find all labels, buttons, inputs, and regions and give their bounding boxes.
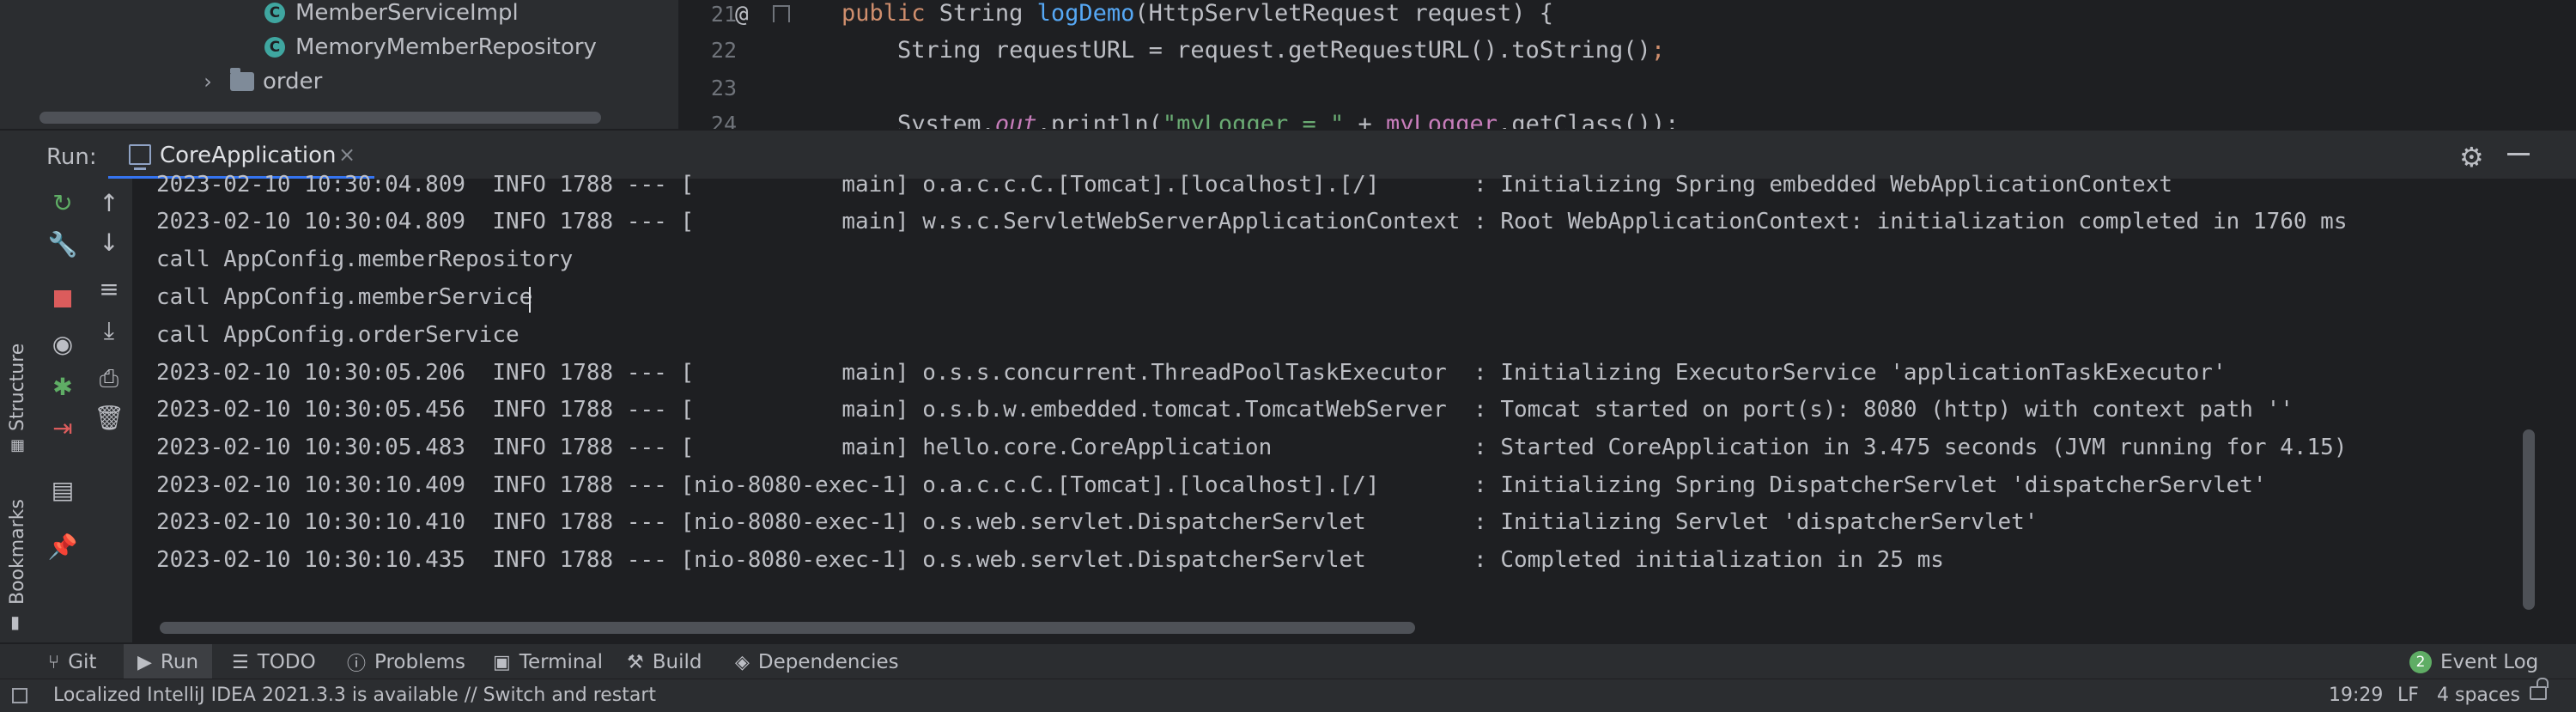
warning-icon: ⓘ — [347, 654, 367, 675]
problems-label: Problems — [374, 651, 466, 673]
arrow-up-icon[interactable]: ↑ — [86, 189, 132, 217]
build-tool-button[interactable]: ⚒ Build — [627, 644, 702, 680]
code-line-21: public String logDemo(HttpServletRequest… — [841, 0, 1554, 27]
console-line: call AppConfig.memberService — [156, 284, 533, 310]
console-line: 2023-02-10 10:30:05.456 INFO 1788 --- [ … — [156, 397, 2293, 423]
console-line: call AppConfig.orderService — [156, 322, 519, 348]
line-separator[interactable]: LF — [2397, 685, 2419, 706]
run-label: Run: — [46, 144, 97, 170]
code-line-24: System.out.println("myLogger = " + myLog… — [841, 111, 1680, 129]
console-icon — [129, 144, 151, 170]
console-line: 2023-02-10 10:30:05.206 INFO 1788 --- [ … — [156, 360, 2227, 386]
problems-tool-button[interactable]: ⓘ Problems — [347, 644, 465, 680]
print-icon[interactable]: ⎙ — [86, 364, 132, 393]
wrench-icon[interactable]: 🔧 — [39, 230, 86, 259]
tree-item-label: order — [263, 69, 323, 94]
console-line: call AppConfig.memberRepository — [156, 246, 574, 272]
todo-tool-button[interactable]: ☰ TODO — [232, 644, 316, 680]
line-number: 23 — [710, 76, 737, 100]
status-bar: Localized IntelliJ IDEA 2021.3.3 is avai… — [0, 678, 2576, 712]
run-toolbar-primary: ↻ 🔧 ◉ ✱ ⇥ ▤ 📌 — [39, 179, 86, 642]
play-icon: ▶ — [137, 651, 152, 673]
dependencies-tool-button[interactable]: ◈ Dependencies — [735, 644, 899, 680]
console-line: 2023-02-10 10:30:04.809 INFO 1788 --- [ … — [156, 172, 2172, 198]
close-icon[interactable]: × — [338, 143, 355, 167]
console-line: 2023-02-10 10:30:05.483 INFO 1788 --- [ … — [156, 435, 2348, 460]
console-horizontal-scrollbar[interactable] — [160, 622, 1415, 634]
tab-label: CoreApplication — [160, 143, 337, 168]
minimize-icon[interactable] — [2507, 153, 2530, 155]
indent-setting[interactable]: 4 spaces — [2437, 685, 2520, 706]
pin-icon[interactable]: 📌 — [39, 532, 86, 561]
arrow-down-icon[interactable]: ↓ — [86, 228, 132, 257]
git-tool-button[interactable]: ⑂ Git — [48, 644, 96, 680]
tree-item-label: MemoryMemberRepository — [295, 34, 597, 60]
class-icon: C — [264, 3, 285, 23]
console-text[interactable]: 2023-02-10 10:30:04.809 INFO 1788 --- [ … — [156, 168, 2509, 598]
soft-wrap-icon[interactable]: ≡ — [86, 275, 132, 303]
hammer-icon: ⚒ — [627, 651, 644, 673]
event-log-button[interactable]: 2 Event Log — [2409, 644, 2538, 680]
line-number: 24 — [710, 112, 737, 129]
todo-label: TODO — [257, 651, 316, 673]
tree-item-label: MemberServiceImpl — [295, 0, 519, 26]
console-line: 2023-02-10 10:30:10.435 INFO 1788 --- [n… — [156, 547, 1944, 573]
caret-position[interactable]: 19:29 — [2329, 685, 2383, 706]
tool-windows-toggle-icon[interactable] — [12, 688, 27, 703]
run-label: Run — [160, 651, 199, 673]
rerun-icon[interactable]: ↻ — [39, 189, 86, 217]
code-line-22: String requestURL = request.getRequestUR… — [841, 37, 1666, 64]
tree-item-order[interactable]: › order — [197, 65, 322, 98]
tree-item-memorymemberrepository[interactable]: C MemoryMemberRepository — [264, 31, 597, 64]
chevron-right-icon[interactable]: › — [197, 70, 218, 94]
bookmark-icon: ▮ — [10, 612, 21, 632]
structure-tab[interactable]: Structure — [7, 344, 28, 431]
folder-icon — [230, 68, 254, 91]
console-line: 2023-02-10 10:30:10.410 INFO 1788 --- [n… — [156, 509, 2038, 535]
dependencies-label: Dependencies — [757, 651, 899, 673]
text-caret — [529, 287, 531, 313]
structure-icon: ▦ — [10, 436, 26, 454]
class-icon: C — [264, 37, 285, 58]
terminal-label: Terminal — [519, 651, 603, 673]
console-line: 2023-02-10 10:30:04.809 INFO 1788 --- [ … — [156, 209, 2348, 234]
line-number: 21 — [710, 2, 737, 27]
terminal-icon: ▣ — [493, 651, 511, 673]
tool-window-bar: ⑂ Git ▶ Run ☰ TODO ⓘ Problems ▣ Terminal ⚒ Bui… — [0, 642, 2576, 680]
git-branch-icon: ⑂ — [48, 651, 60, 673]
exit-icon[interactable]: ⇥ — [39, 414, 86, 442]
list-icon: ☰ — [232, 651, 249, 673]
terminal-tool-button[interactable]: ▣ Terminal — [493, 644, 603, 680]
trash-icon[interactable]: 🗑 — [86, 404, 132, 432]
layers-icon: ◈ — [735, 651, 750, 673]
camera-icon[interactable]: ◉ — [39, 330, 86, 358]
line-number: 22 — [710, 38, 737, 63]
build-label: Build — [652, 651, 702, 673]
project-tree-scrollbar[interactable] — [39, 112, 601, 124]
git-label: Git — [68, 651, 97, 673]
event-log-label: Event Log — [2440, 651, 2539, 673]
run-tool-button[interactable]: ▶ Run — [124, 644, 213, 680]
console-line: 2023-02-10 10:30:10.409 INFO 1788 --- [n… — [156, 472, 2267, 498]
code-editor[interactable]: 21 22 23 24 @ public String logDemo(Http… — [680, 0, 2576, 129]
status-message[interactable]: Localized IntelliJ IDEA 2021.3.3 is avai… — [53, 685, 656, 706]
run-toolbar-secondary: ↑ ↓ ≡ ⤓ ⎙ 🗑 — [86, 179, 133, 642]
bookmarks-tab[interactable]: Bookmarks — [7, 499, 28, 605]
project-tree-pane: C MemberServiceImpl C MemoryMemberReposi… — [0, 0, 678, 129]
stop-icon[interactable] — [39, 285, 86, 313]
left-tool-rail: Structure ▦ Bookmarks ▮ — [0, 179, 39, 642]
layout-icon[interactable]: ▤ — [39, 476, 86, 504]
debug-icon[interactable]: ✱ — [39, 373, 86, 401]
console-vertical-scrollbar[interactable] — [2523, 429, 2535, 610]
scroll-to-end-icon[interactable]: ⤓ — [86, 316, 132, 345]
annotation-marker-icon[interactable]: @ — [735, 2, 749, 27]
event-count-badge: 2 — [2409, 651, 2432, 673]
lock-icon[interactable] — [2530, 678, 2549, 700]
tree-item-memberserviceimpl[interactable]: C MemberServiceImpl — [264, 0, 519, 29]
bookmark-icon[interactable] — [773, 5, 790, 22]
